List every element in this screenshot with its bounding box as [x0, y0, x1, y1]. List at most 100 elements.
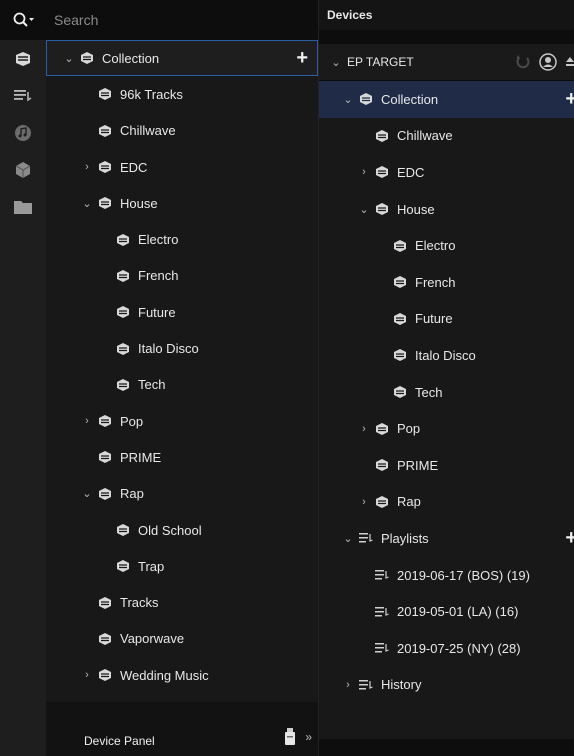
playlist-icon — [375, 570, 389, 580]
add-playlist-button[interactable]: + — [565, 528, 574, 548]
add-crate-button[interactable]: + — [565, 89, 574, 109]
chevron-down-icon[interactable]: ⌄ — [357, 203, 371, 216]
crate-icon — [117, 306, 129, 319]
tree-item-label: Tracks — [120, 595, 159, 611]
chevron-right-icon[interactable]: › — [80, 415, 94, 427]
tree-item[interactable]: Old School — [46, 512, 318, 548]
tree-item-collection[interactable]: ⌄ Collection + — [46, 40, 318, 77]
crate-icon — [360, 93, 372, 106]
refresh-icon[interactable] — [515, 54, 531, 70]
tree-item[interactable]: › Wedding Music — [46, 657, 318, 693]
eject-icon[interactable] — [565, 55, 574, 69]
chevron-down-icon[interactable]: ⌄ — [341, 532, 355, 545]
tree-item[interactable]: French — [319, 264, 574, 301]
device-tree-item-history[interactable]: › History — [319, 667, 574, 704]
tree-item[interactable]: › Pop — [319, 410, 574, 447]
crate-icon — [99, 124, 111, 137]
playlist-item[interactable]: 2019-06-17 (BOS) (19) — [319, 557, 574, 594]
device-tree: ⌄ Collection + Chillwave › EDC ⌄ House Electr… — [319, 81, 574, 739]
chevron-down-icon[interactable]: ⌄ — [341, 93, 355, 106]
tree-item[interactable]: Electro — [319, 227, 574, 264]
tree-item-label: 96k Tracks — [120, 86, 183, 102]
tree-item[interactable]: › Pop — [46, 403, 318, 439]
tree-item[interactable]: PRIME — [319, 447, 574, 484]
chevron-right-icon[interactable]: › — [341, 679, 355, 691]
chevron-down-icon[interactable]: ⌄ — [329, 56, 343, 69]
tree-item-label: PRIME — [397, 457, 439, 473]
account-icon[interactable] — [539, 53, 557, 71]
folder-rail-icon[interactable] — [0, 188, 46, 225]
crate-icon — [99, 197, 111, 210]
tree-item[interactable]: Electro — [46, 221, 318, 257]
tree-item[interactable]: › Rap — [319, 484, 574, 521]
tree-item[interactable]: Future — [319, 301, 574, 338]
tree-item[interactable]: Tech — [46, 367, 318, 403]
playlist-icon — [375, 643, 389, 653]
tree-item-label: Old School — [138, 522, 202, 538]
tree-item[interactable]: ⌄ House — [46, 185, 318, 221]
tree-item[interactable]: Trap — [46, 548, 318, 584]
tree-item[interactable]: Chillwave — [319, 118, 574, 155]
crate-icon — [394, 312, 406, 325]
crate-icon — [376, 459, 388, 472]
device-tree-item-playlists[interactable]: ⌄ Playlists + — [319, 520, 574, 557]
tree-item[interactable]: › EDC — [46, 149, 318, 185]
crate-icon — [99, 487, 111, 500]
playlist-label: 2019-05-01 (LA) (16) — [397, 604, 519, 620]
tree-item-label: Tech — [138, 377, 166, 393]
chevron-down-icon[interactable]: ⌄ — [80, 487, 94, 500]
tree-item[interactable]: Italo Disco — [319, 337, 574, 374]
search-icon[interactable] — [0, 0, 48, 40]
device-controls — [515, 53, 574, 71]
chevron-right-icon[interactable]: › — [357, 496, 371, 508]
tree-item[interactable]: PRIME — [46, 439, 318, 475]
crate-icon — [117, 378, 129, 391]
tree-item-label: Italo Disco — [415, 347, 476, 363]
playlist-icon — [359, 533, 373, 543]
tree-item[interactable]: › EDC — [319, 154, 574, 191]
tree-item-label: Collection — [102, 50, 160, 66]
chevron-right-icon[interactable]: › — [357, 166, 371, 178]
crate-icon — [394, 239, 406, 252]
music-note-rail-icon[interactable] — [0, 114, 46, 151]
usb-icon[interactable] — [284, 728, 296, 746]
playlist-item[interactable]: 2019-07-25 (NY) (28) — [319, 630, 574, 667]
app-window: ⌄ Collection + 96k Tracks Chillwave › EDC ⌄ H… — [0, 0, 574, 756]
box-rail-icon[interactable] — [0, 151, 46, 188]
crate-icon — [376, 166, 388, 179]
tree-item[interactable]: French — [46, 258, 318, 294]
tree-item[interactable]: Tech — [319, 374, 574, 411]
tree-item-label: Rap — [397, 494, 421, 510]
tree-item-label: Future — [138, 304, 176, 320]
playlist-item[interactable]: 2019-05-01 (LA) (16) — [319, 593, 574, 630]
chevron-down-icon[interactable]: ⌄ — [80, 197, 94, 210]
chevron-right-icon[interactable]: › — [357, 423, 371, 435]
tree-item[interactable]: Chillwave — [46, 113, 318, 149]
tree-item[interactable]: Tracks — [46, 584, 318, 620]
chevron-right-icon[interactable]: › — [80, 669, 94, 681]
chevron-down-icon[interactable]: ⌄ — [62, 52, 76, 65]
crate-icon — [394, 386, 406, 399]
tree-item[interactable]: Italo Disco — [46, 330, 318, 366]
history-icon — [359, 679, 373, 690]
tree-item[interactable]: ⌄ House — [319, 191, 574, 228]
double-chevron-right-icon[interactable]: » — [305, 730, 312, 744]
device-row[interactable]: ⌄ EP TARGET — [319, 44, 574, 80]
crate-rail-icon[interactable] — [0, 40, 46, 77]
tree-item[interactable]: Future — [46, 294, 318, 330]
crate-icon — [394, 349, 406, 362]
tree-item[interactable]: Vaporwave — [46, 621, 318, 657]
add-crate-button[interactable]: + — [296, 48, 308, 68]
playlist-icon — [375, 606, 389, 617]
tree-item-label: Electro — [415, 238, 456, 254]
chevron-right-icon[interactable]: › — [80, 161, 94, 173]
device-panel-label[interactable]: Device Panel — [84, 734, 155, 748]
tree-item[interactable]: ⌄ Rap — [46, 476, 318, 512]
search-input[interactable] — [48, 0, 318, 40]
playlist-rail-icon[interactable] — [0, 77, 46, 114]
tree-item-label: PRIME — [120, 449, 162, 465]
crate-icon — [117, 233, 129, 246]
tree-item[interactable]: 96k Tracks — [46, 76, 318, 112]
device-tree-item-collection[interactable]: ⌄ Collection + — [319, 81, 574, 118]
tree-item-label: Chillwave — [397, 128, 453, 144]
